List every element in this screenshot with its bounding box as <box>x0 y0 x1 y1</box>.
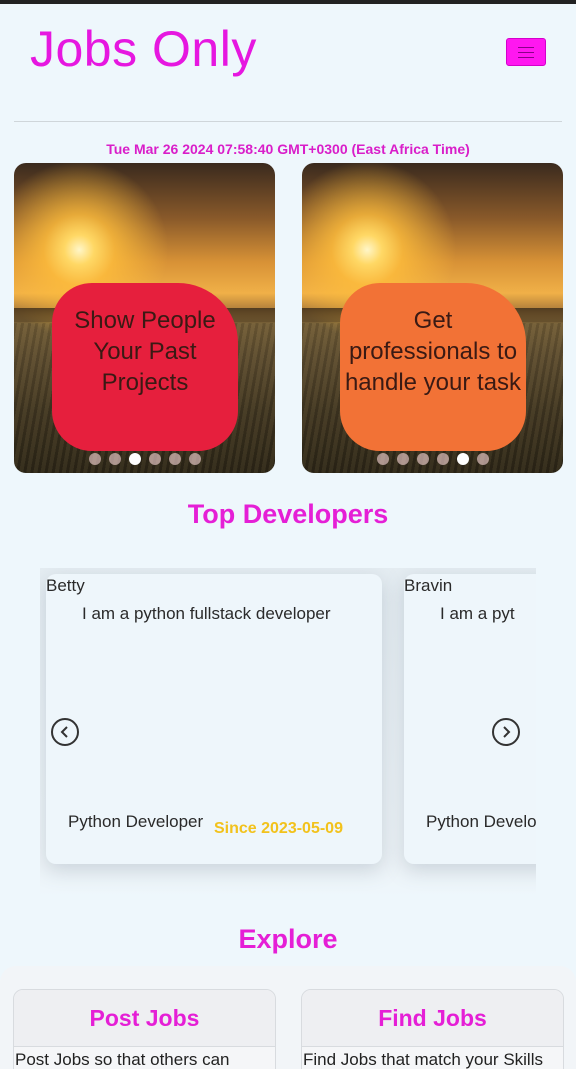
slide-indicator-dot[interactable] <box>376 453 389 465</box>
developer-role: Python Develo <box>426 812 536 831</box>
slide-indicator-dot[interactable] <box>168 453 181 465</box>
find-jobs-title[interactable]: Find Jobs <box>302 990 563 1047</box>
slide-indicator-dot[interactable] <box>108 453 121 465</box>
slide-caption-bubble: Get professionals to handle your task <box>340 283 526 451</box>
slide-indicators <box>302 453 563 465</box>
slide-indicator-dot[interactable] <box>148 453 161 465</box>
slide-indicator-dot[interactable] <box>188 453 201 465</box>
slide-indicator-dot[interactable] <box>88 453 101 465</box>
developer-card[interactable]: Betty I am a python fullstack developer … <box>46 574 382 864</box>
chevron-left-icon <box>60 726 68 738</box>
developers-carousel: Betty I am a python fullstack developer … <box>40 568 536 898</box>
slide-caption: Get professionals to handle your task <box>344 307 522 396</box>
status-bar <box>0 0 576 4</box>
explore-heading: Explore <box>238 924 338 954</box>
developer-bio: I am a python fullstack developer <box>82 604 331 623</box>
menu-line-icon <box>518 56 534 58</box>
brand-logo[interactable]: Jobs Only <box>30 20 257 78</box>
hero-slide[interactable]: Show People Your Past Projects <box>14 163 275 473</box>
post-jobs-card[interactable]: Post Jobs Post Jobs so that others can <box>13 989 276 1069</box>
menu-line-icon <box>518 51 534 53</box>
carousel-next-button[interactable] <box>492 718 520 746</box>
hero-slide[interactable]: Get professionals to handle your task <box>302 163 563 473</box>
header-divider <box>14 121 562 122</box>
slide-indicator-dot[interactable] <box>436 453 449 465</box>
developer-bio: I am a pyt <box>440 604 515 623</box>
developer-role: Python Developer <box>68 812 204 831</box>
developer-card[interactable]: Bravin I am a pyt Python Develo <box>404 574 536 864</box>
developer-name: Bravin <box>404 576 453 595</box>
post-jobs-title[interactable]: Post Jobs <box>14 990 275 1047</box>
developer-name: Betty <box>46 576 85 595</box>
slide-indicator-dot[interactable] <box>396 453 409 465</box>
top-developers-heading: Top Developers <box>187 499 389 529</box>
current-datetime: Tue Mar 26 2024 07:58:40 GMT+0300 (East … <box>106 141 470 157</box>
slide-caption-bubble: Show People Your Past Projects <box>52 283 238 451</box>
carousel-prev-button[interactable] <box>51 718 79 746</box>
slide-indicator-dot-active[interactable] <box>128 453 141 465</box>
find-jobs-description: Find Jobs that match your Skills <box>303 1050 543 1069</box>
find-jobs-card[interactable]: Find Jobs Find Jobs that match your Skil… <box>301 989 564 1069</box>
slide-indicator-dot[interactable] <box>416 453 429 465</box>
slide-indicator-dot-active[interactable] <box>456 453 469 465</box>
post-jobs-description: Post Jobs so that others can <box>15 1050 230 1069</box>
chevron-right-icon <box>503 726 511 738</box>
slide-indicator-dot[interactable] <box>476 453 489 465</box>
slide-indicators <box>14 453 275 465</box>
menu-line-icon <box>518 46 534 48</box>
hamburger-menu-button[interactable] <box>506 38 546 66</box>
slide-caption: Show People Your Past Projects <box>74 307 216 396</box>
developer-since: Since 2023-05-09 <box>214 820 343 837</box>
